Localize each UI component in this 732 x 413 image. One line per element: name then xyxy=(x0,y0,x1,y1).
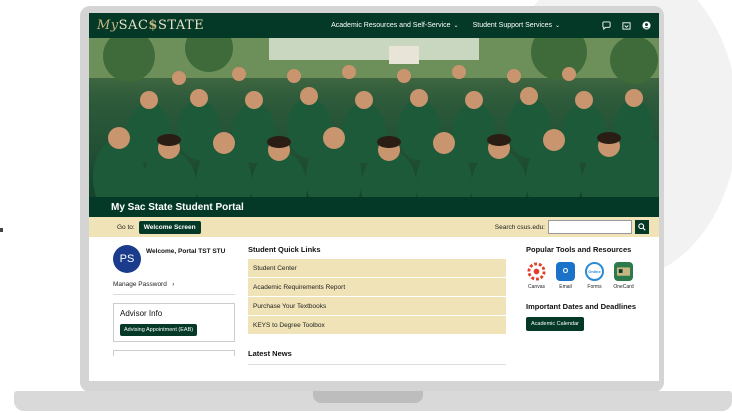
laptop-notch xyxy=(313,391,423,403)
goto-bar: Go to: Welcome Screen Search csus.edu: xyxy=(89,217,659,237)
search-area: Search csus.edu: xyxy=(495,220,649,234)
portal-title: My Sac State Student Portal xyxy=(111,201,244,213)
right-column: Popular Tools and Resources Canvas O Ema… xyxy=(526,245,650,331)
quick-links-title: Student Quick Links xyxy=(248,245,321,254)
top-navigation: MySAC$STATE Academic Resources and Self-… xyxy=(89,13,659,38)
divider xyxy=(113,294,235,295)
tool-forms[interactable]: Online Forms xyxy=(584,262,605,290)
search-input[interactable] xyxy=(548,220,632,234)
nav-academic-resources[interactable]: Academic Resources and Self-Service ⌄ xyxy=(331,22,458,29)
welcome-screen-button[interactable]: Welcome Screen xyxy=(138,220,201,234)
advising-appointment-button[interactable]: Advising Appointment (EAB) xyxy=(120,324,198,336)
tools-list: Canvas O Email Online Forms OneCard xyxy=(526,262,650,290)
tool-onecard-label: OneCard xyxy=(613,284,634,290)
dates-title: Important Dates and Deadlines xyxy=(526,302,637,311)
tool-email-label: Email xyxy=(559,284,572,290)
hero-banner: My Sac State Student Portal xyxy=(89,38,659,217)
goto-label: Go to: xyxy=(117,223,135,231)
outlook-icon: O xyxy=(556,262,575,281)
portal-screen: MySAC$STATE Academic Resources and Self-… xyxy=(89,13,659,381)
welcome-block: PS Welcome, Portal TST STU xyxy=(113,245,235,273)
chat-icon[interactable] xyxy=(602,21,611,30)
logo-sac: SAC xyxy=(118,18,149,33)
chevron-down-icon: ⌄ xyxy=(453,23,459,29)
student-group-photo xyxy=(89,38,659,217)
nav-icons xyxy=(602,21,651,30)
avatar: PS xyxy=(113,245,141,273)
tool-canvas[interactable]: Canvas xyxy=(526,262,547,290)
manage-password-label: Manage Password xyxy=(113,281,167,288)
advisor-info-box: Advisor Info Advising Appointment (EAB) xyxy=(113,303,235,342)
search-label: Search csus.edu: xyxy=(494,223,545,231)
nav-student-support-label: Student Support Services xyxy=(472,22,552,29)
chevron-down-icon: ⌄ xyxy=(554,23,560,29)
tool-forms-label: Forms xyxy=(587,284,602,290)
sac-state-logo[interactable]: MySAC$STATE xyxy=(97,18,204,33)
advisor-title: Advisor Info xyxy=(120,309,163,318)
account-icon[interactable] xyxy=(642,21,651,30)
quick-link-student-center[interactable]: Student Center xyxy=(248,259,506,278)
quick-links-list: Student Center Academic Requirements Rep… xyxy=(248,259,506,335)
main-content: PS Welcome, Portal TST STU Manage Passwo… xyxy=(89,237,659,381)
quick-link-textbooks[interactable]: Purchase Your Textbooks xyxy=(248,297,506,316)
onecard-icon xyxy=(614,262,633,281)
logo-my: My xyxy=(97,18,119,33)
left-column: PS Welcome, Portal TST STU Manage Passwo… xyxy=(113,245,235,356)
tool-canvas-label: Canvas xyxy=(528,284,545,290)
nav-student-support[interactable]: Student Support Services ⌄ xyxy=(473,22,560,29)
academic-calendar-button[interactable]: Academic Calendar xyxy=(526,316,584,331)
chevron-right-icon: › xyxy=(168,281,175,288)
middle-column: Student Quick Links Student Center Acade… xyxy=(248,245,506,365)
tools-title: Popular Tools and Resources xyxy=(526,245,632,254)
search-icon xyxy=(638,223,646,231)
latest-news-title: Latest News xyxy=(248,349,292,358)
inbox-icon[interactable] xyxy=(622,21,631,30)
tool-onecard[interactable]: OneCard xyxy=(613,262,634,290)
logo-s: $ xyxy=(148,18,158,33)
tool-email[interactable]: O Email xyxy=(555,262,576,290)
edge-mark xyxy=(0,228,3,232)
welcome-text: Welcome, Portal TST STU xyxy=(146,248,226,255)
nav-links: Academic Resources and Self-Service ⌄ St… xyxy=(331,22,560,29)
nav-academic-resources-label: Academic Resources and Self-Service xyxy=(331,22,451,29)
quick-link-keys-toolbox[interactable]: KEYS to Degree Toolbox xyxy=(248,316,506,335)
canvas-icon xyxy=(527,262,546,281)
hero-title-bar: My Sac State Student Portal xyxy=(89,197,659,217)
next-box xyxy=(113,350,235,356)
forms-icon: Online xyxy=(585,262,604,281)
quick-link-academic-requirements[interactable]: Academic Requirements Report xyxy=(248,278,506,297)
manage-password-link[interactable]: Manage Password › xyxy=(113,281,235,288)
search-button[interactable] xyxy=(635,220,649,234)
page: MySAC$STATE Academic Resources and Self-… xyxy=(0,0,732,413)
logo-state: STATE xyxy=(157,18,205,33)
divider xyxy=(248,364,506,365)
